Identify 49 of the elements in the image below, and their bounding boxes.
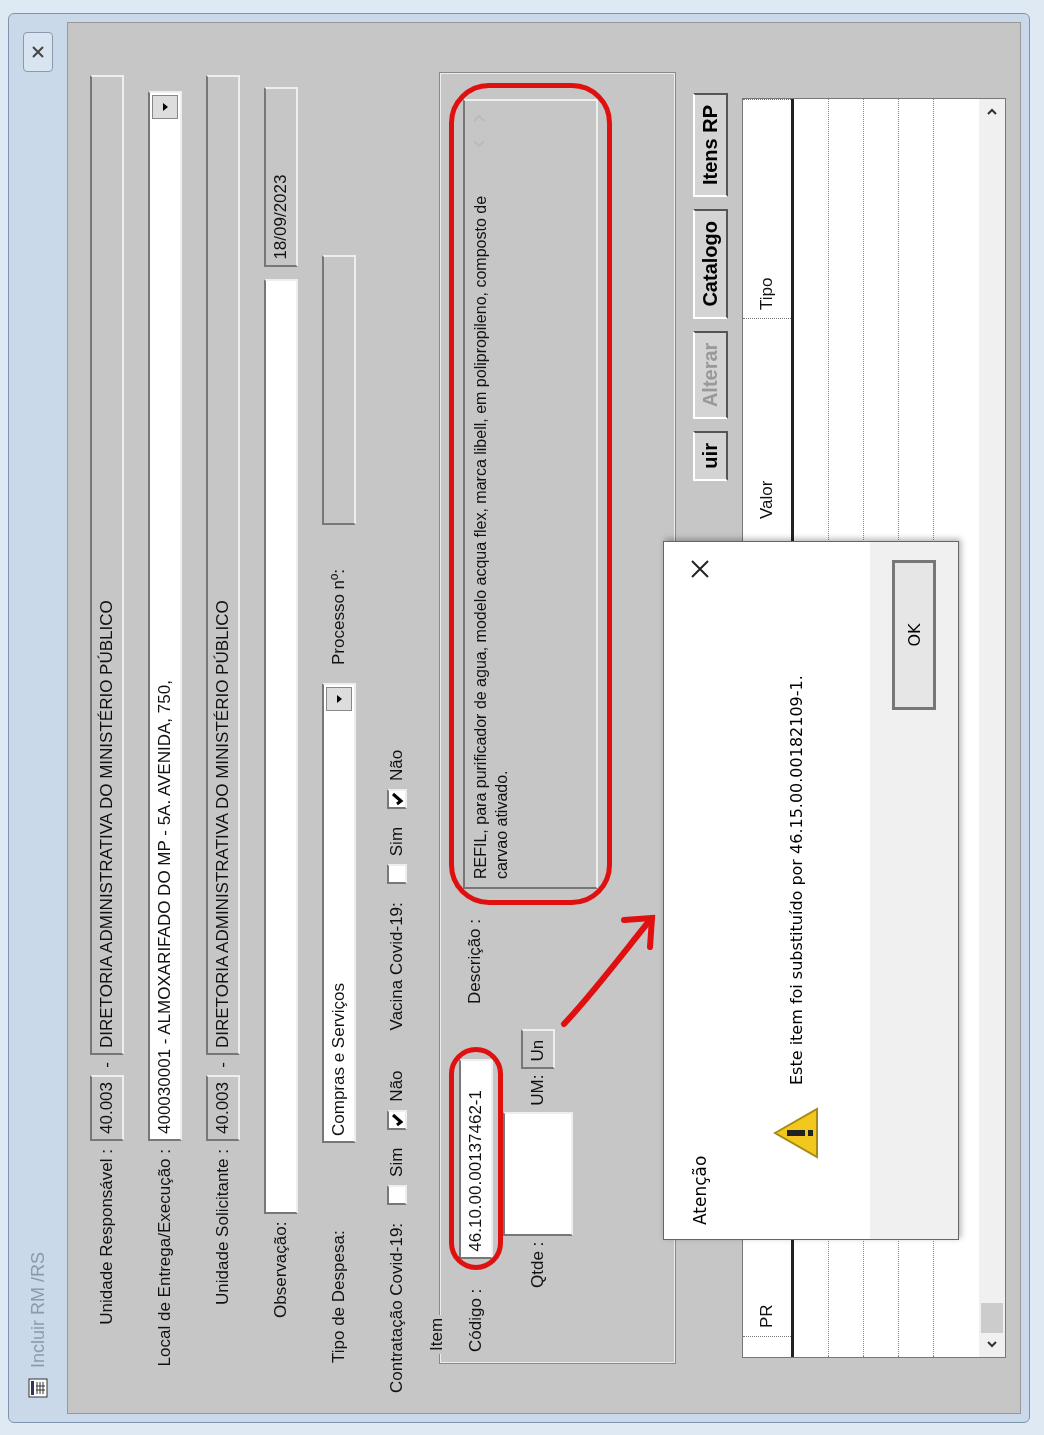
close-icon: [31, 45, 45, 59]
code-field[interactable]: 46.10.00.00137462-1: [459, 1058, 493, 1259]
checkbox-label: Sim: [387, 1147, 407, 1177]
separator-text: -: [213, 1061, 233, 1070]
window-title: Incluir RM /RS: [27, 1252, 49, 1368]
window-app-icon: [28, 1378, 48, 1398]
description-area: REFIL, para purificador de agua, modelo acqua flex, marca libell, em polipropileno, composto de carvao ativado.: [463, 98, 598, 889]
column-header: Valor: [743, 318, 791, 527]
action-button[interactable]: Catalogo: [693, 209, 728, 319]
dialog-title: Atenção: [690, 1155, 710, 1225]
checkbox[interactable]: [387, 1184, 407, 1205]
field-label: UM:: [528, 1074, 548, 1106]
close-icon[interactable]: [689, 558, 711, 580]
scroll-thumb[interactable]: [981, 1303, 1003, 1333]
name-field: DIRETORIA ADMINISTRATIVA DO MINISTÉRIO PÚBLICO: [206, 75, 240, 1055]
checkbox-label: Não: [387, 749, 407, 781]
field-label: Contratação Covid-19:: [387, 1222, 407, 1393]
field-label: Processo nº:: [329, 568, 349, 665]
quantity-field[interactable]: [503, 1111, 573, 1236]
separator-text: -: [97, 1061, 117, 1070]
field-label: Descrição :: [465, 918, 485, 1004]
code-field: 40.003: [90, 1075, 124, 1141]
field-label: Vacina Covid-19:: [387, 902, 407, 1031]
warning-icon: [773, 1107, 819, 1159]
field-label: Observação:: [271, 1221, 291, 1318]
field-label: Qtde :: [528, 1241, 548, 1288]
field-label: Tipo de Despesa:: [329, 1229, 349, 1363]
close-button[interactable]: [23, 32, 53, 72]
checkbox[interactable]: [387, 864, 407, 885]
horizontal-scrollbar[interactable]: [979, 99, 1005, 1357]
dropdown-field[interactable]: Compras e Serviços: [322, 683, 356, 1143]
dropdown-field[interactable]: 400030001 - ALMOXARIFADO DO MP - 5A. AVENIDA, 750,: [148, 91, 182, 1141]
name-field: DIRETORIA ADMINISTRATIVA DO MINISTÉRIO PÚBLICO: [90, 75, 124, 1055]
field-label: Unidade Responsável :: [97, 1148, 117, 1327]
observation-field[interactable]: [264, 278, 298, 1214]
checkbox-label: Não: [387, 1070, 407, 1102]
unit-field: Un: [521, 1028, 555, 1069]
checkbox[interactable]: [387, 1109, 407, 1130]
ok-button[interactable]: OK: [892, 560, 936, 710]
action-button[interactable]: uir: [693, 431, 728, 481]
checkbox[interactable]: [387, 788, 407, 809]
field-label: Local de Entrega/Execução :: [155, 1148, 175, 1369]
date-field: 18/09/2023: [264, 86, 298, 267]
column-header: Tipo: [743, 99, 791, 318]
field-label: Código :: [466, 1288, 486, 1352]
checkbox-label: Sim: [387, 826, 407, 857]
code-field: 40.003: [206, 1075, 240, 1141]
field-label: Unidade Solicitante :: [213, 1148, 233, 1307]
action-button[interactable]: Itens RP: [693, 93, 728, 198]
